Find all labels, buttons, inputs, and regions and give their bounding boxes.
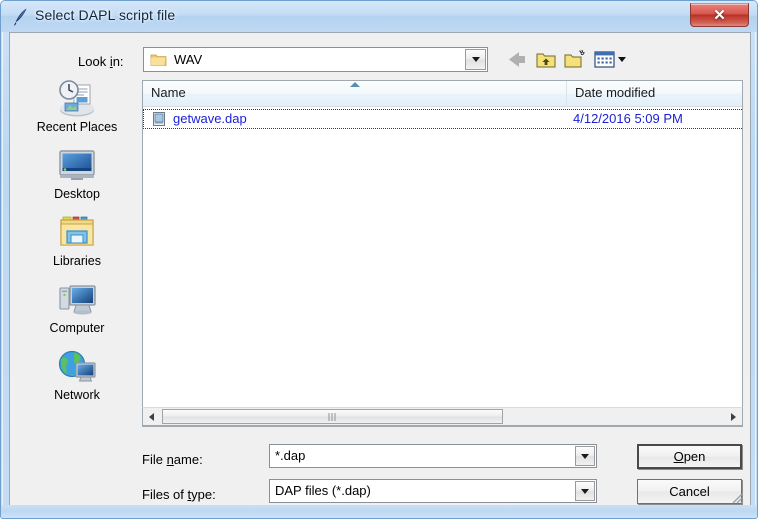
look-in-label: Look in: — [78, 54, 124, 69]
new-folder-button[interactable] — [563, 48, 587, 71]
views-button[interactable] — [593, 48, 631, 71]
files-of-type-select[interactable]: DAP files (*.dap) — [269, 479, 597, 503]
files-of-type-label: Files of type: — [142, 487, 216, 502]
sidebar-item-desktop[interactable]: Desktop — [18, 144, 136, 201]
title-bar[interactable]: Select DAPL script file ✕ — [1, 1, 757, 32]
cancel-button[interactable]: Cancel — [637, 479, 742, 504]
table-row[interactable]: getwave.dap 4/12/2016 5:09 PM — [143, 109, 743, 129]
open-button[interactable]: Open — [637, 444, 742, 469]
sidebar-item-libraries[interactable]: Libraries — [18, 211, 136, 268]
column-header-label: Date modified — [575, 85, 656, 100]
files-of-type-dropdown-button[interactable] — [575, 481, 595, 501]
close-icon: ✕ — [713, 7, 726, 24]
column-header-name[interactable]: Name — [143, 81, 567, 106]
chevron-down-icon — [581, 453, 589, 459]
places-sidebar: Recent Places Desktop Libraries Computer… — [18, 77, 136, 407]
resize-grip[interactable] — [729, 490, 743, 504]
scroll-right-button[interactable] — [725, 408, 742, 425]
close-button[interactable]: ✕ — [690, 3, 749, 27]
column-header-label: Name — [151, 85, 186, 100]
window-bottom-frame — [1, 505, 757, 518]
look-in-dropdown-button[interactable] — [465, 49, 486, 70]
sort-ascending-icon — [350, 82, 360, 87]
desktop-monitor-icon — [59, 150, 95, 180]
sidebar-item-recent-places[interactable]: Recent Places — [18, 77, 136, 134]
file-name-value: *.dap — [275, 448, 306, 463]
file-name-label: File name: — [142, 452, 203, 467]
file-dialog-window: Select DAPL script file ✕ Look in: WAV R… — [0, 0, 758, 519]
back-arrow-icon — [509, 52, 525, 67]
network-globe-icon — [58, 350, 96, 382]
sidebar-item-label: Recent Places — [36, 120, 118, 134]
sidebar-item-label: Desktop — [54, 187, 100, 201]
look-in-value: WAV — [174, 52, 203, 67]
script-file-icon — [153, 112, 165, 126]
scrollbar-thumb[interactable] — [162, 409, 503, 424]
file-name-input[interactable]: *.dap — [269, 444, 597, 468]
sidebar-item-label: Computer — [49, 321, 105, 335]
scroll-thumb-grip-icon — [328, 413, 337, 421]
window-title: Select DAPL script file — [35, 7, 176, 23]
scroll-left-button[interactable] — [143, 408, 160, 425]
chevron-down-icon — [581, 488, 589, 494]
file-list-rows: getwave.dap 4/12/2016 5:09 PM — [143, 107, 743, 129]
recent-places-icon — [59, 80, 94, 117]
sidebar-item-label: Network — [54, 388, 100, 402]
chevron-down-icon — [471, 57, 480, 62]
file-list-view[interactable]: Name Date modified getwave.dap 4/12/2016… — [142, 80, 743, 427]
file-date-modified: 4/12/2016 5:09 PM — [573, 111, 683, 126]
sidebar-item-network[interactable]: Network — [18, 345, 136, 402]
look-in-combobox[interactable]: WAV — [143, 47, 488, 72]
file-name: getwave.dap — [173, 111, 247, 126]
file-list-header: Name Date modified — [143, 81, 743, 107]
computer-icon — [59, 285, 96, 315]
files-of-type-value: DAP files (*.dap) — [275, 483, 371, 498]
sidebar-item-label: Libraries — [53, 254, 101, 268]
new-folder-icon — [564, 49, 585, 68]
horizontal-scrollbar[interactable] — [142, 407, 743, 426]
quill-pen-icon — [14, 8, 27, 26]
libraries-folder-icon — [60, 216, 94, 246]
column-header-date-modified[interactable]: Date modified — [567, 81, 743, 106]
scroll-right-arrow-icon — [731, 412, 736, 421]
file-name-dropdown-button[interactable] — [575, 446, 595, 466]
folder-up-arrow-icon — [536, 53, 556, 68]
up-one-level-button[interactable] — [534, 48, 558, 71]
views-grid-icon — [594, 51, 626, 68]
back-button[interactable] — [505, 48, 529, 71]
folder-icon — [150, 54, 167, 66]
scroll-left-arrow-icon — [149, 412, 154, 421]
sidebar-item-computer[interactable]: Computer — [18, 278, 136, 335]
file-list-right-edge — [742, 80, 743, 427]
